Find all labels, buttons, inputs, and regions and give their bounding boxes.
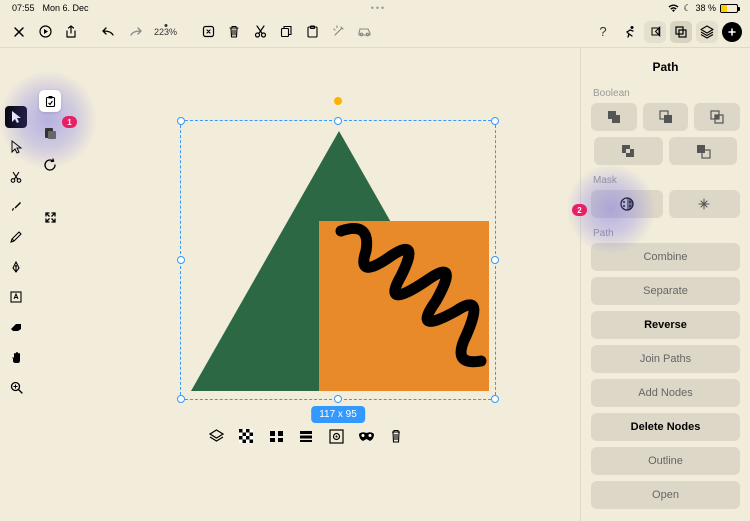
paste-icon[interactable] — [301, 21, 323, 43]
handle-tl[interactable] — [177, 117, 185, 125]
layers-icon[interactable] — [696, 21, 718, 43]
undo-icon[interactable] — [98, 21, 120, 43]
canvas[interactable]: 117 x 95 — [32, 48, 580, 521]
redo-icon[interactable] — [124, 21, 146, 43]
handle-bm[interactable] — [334, 395, 342, 403]
bool-intersect[interactable] — [694, 103, 740, 131]
eraser-tool[interactable] — [5, 316, 27, 338]
ct-mask-icon[interactable] — [356, 426, 376, 446]
handle-tm[interactable] — [334, 117, 342, 125]
zoom-label[interactable]: 223% — [150, 27, 181, 37]
wand-icon[interactable] — [327, 21, 349, 43]
path-deletenodes[interactable]: Delete Nodes — [591, 413, 740, 441]
hand-tool[interactable] — [5, 346, 27, 368]
step-badge-2: 2 — [572, 204, 587, 216]
clipboard-tool[interactable] — [39, 90, 61, 112]
runner-icon[interactable] — [618, 21, 640, 43]
ct-trash-icon[interactable] — [386, 426, 406, 446]
paste-tool[interactable] — [39, 122, 61, 144]
brush-tool[interactable] — [5, 196, 27, 218]
mask-release[interactable] — [669, 190, 741, 218]
rotate-icon[interactable] — [644, 21, 666, 43]
cut-icon[interactable] — [249, 21, 271, 43]
left-toolbar — [0, 48, 32, 521]
expand-tool[interactable] — [39, 206, 61, 228]
path-join[interactable]: Join Paths — [591, 345, 740, 373]
clear-icon[interactable] — [197, 21, 219, 43]
close-icon[interactable] — [8, 21, 30, 43]
scribble-stroke[interactable] — [321, 216, 496, 391]
section-path: Path — [591, 224, 740, 243]
pen-tool[interactable] — [5, 256, 27, 278]
handle-mr[interactable] — [491, 256, 499, 264]
home-indicator: ••• — [89, 3, 669, 13]
canvas-toolbar — [206, 426, 406, 446]
selection-box[interactable]: 117 x 95 — [180, 120, 496, 400]
help-icon[interactable]: ? — [592, 21, 614, 43]
wifi-icon — [668, 4, 679, 13]
float-tool-group — [34, 90, 66, 228]
step-badge-1: 1 — [62, 116, 77, 128]
handle-tr[interactable] — [491, 117, 499, 125]
path-addnodes[interactable]: Add Nodes — [591, 379, 740, 407]
bool-divide[interactable] — [669, 137, 738, 165]
handle-bl[interactable] — [177, 395, 185, 403]
dnd-icon: ☾ — [683, 3, 691, 14]
bool-subtract[interactable] — [643, 103, 689, 131]
path-outline[interactable]: Outline — [591, 447, 740, 475]
zoom-tool[interactable] — [5, 376, 27, 398]
right-panel: Path Boolean Mask Path Combine Separate … — [580, 48, 750, 521]
add-icon[interactable] — [722, 22, 742, 42]
ct-stack-icon[interactable] — [296, 426, 316, 446]
handle-ml[interactable] — [177, 256, 185, 264]
pencil-tool[interactable] — [5, 226, 27, 248]
top-toolbar: 223% ? — [0, 16, 750, 48]
status-date: Mon 6. Dec — [43, 3, 89, 13]
car-icon[interactable] — [353, 21, 375, 43]
direct-select-tool[interactable] — [5, 136, 27, 158]
path-reverse[interactable]: Reverse — [591, 311, 740, 339]
path-separate[interactable]: Separate — [591, 277, 740, 305]
select-tool[interactable] — [5, 106, 27, 128]
play-icon[interactable] — [34, 21, 56, 43]
path-open[interactable]: Open — [591, 481, 740, 509]
ct-layers-icon[interactable] — [206, 426, 226, 446]
refresh-tool[interactable] — [39, 154, 61, 176]
battery-pct: 38 % — [695, 3, 716, 13]
bool-union[interactable] — [591, 103, 637, 131]
status-time: 07:55 — [12, 3, 35, 13]
battery-icon — [720, 4, 738, 13]
overlap-icon[interactable] — [670, 21, 692, 43]
panel-title: Path — [591, 56, 740, 84]
text-tool[interactable] — [5, 286, 27, 308]
path-combine[interactable]: Combine — [591, 243, 740, 271]
ct-target-icon[interactable] — [326, 426, 346, 446]
handle-br[interactable] — [491, 395, 499, 403]
ct-checker-icon[interactable] — [236, 426, 256, 446]
section-mask: Mask — [591, 171, 740, 190]
ct-split-icon[interactable] — [266, 426, 286, 446]
trash-icon[interactable] — [223, 21, 245, 43]
section-boolean: Boolean — [591, 84, 740, 103]
copy-icon[interactable] — [275, 21, 297, 43]
rotate-handle[interactable] — [334, 97, 342, 105]
cut-tool[interactable] — [5, 166, 27, 188]
status-bar: 07:55 Mon 6. Dec ••• ☾ 38 % — [0, 0, 750, 16]
mask-create[interactable] — [591, 190, 663, 218]
bool-exclude[interactable] — [594, 137, 663, 165]
dimension-label: 117 x 95 — [311, 406, 365, 423]
share-icon[interactable] — [60, 21, 82, 43]
